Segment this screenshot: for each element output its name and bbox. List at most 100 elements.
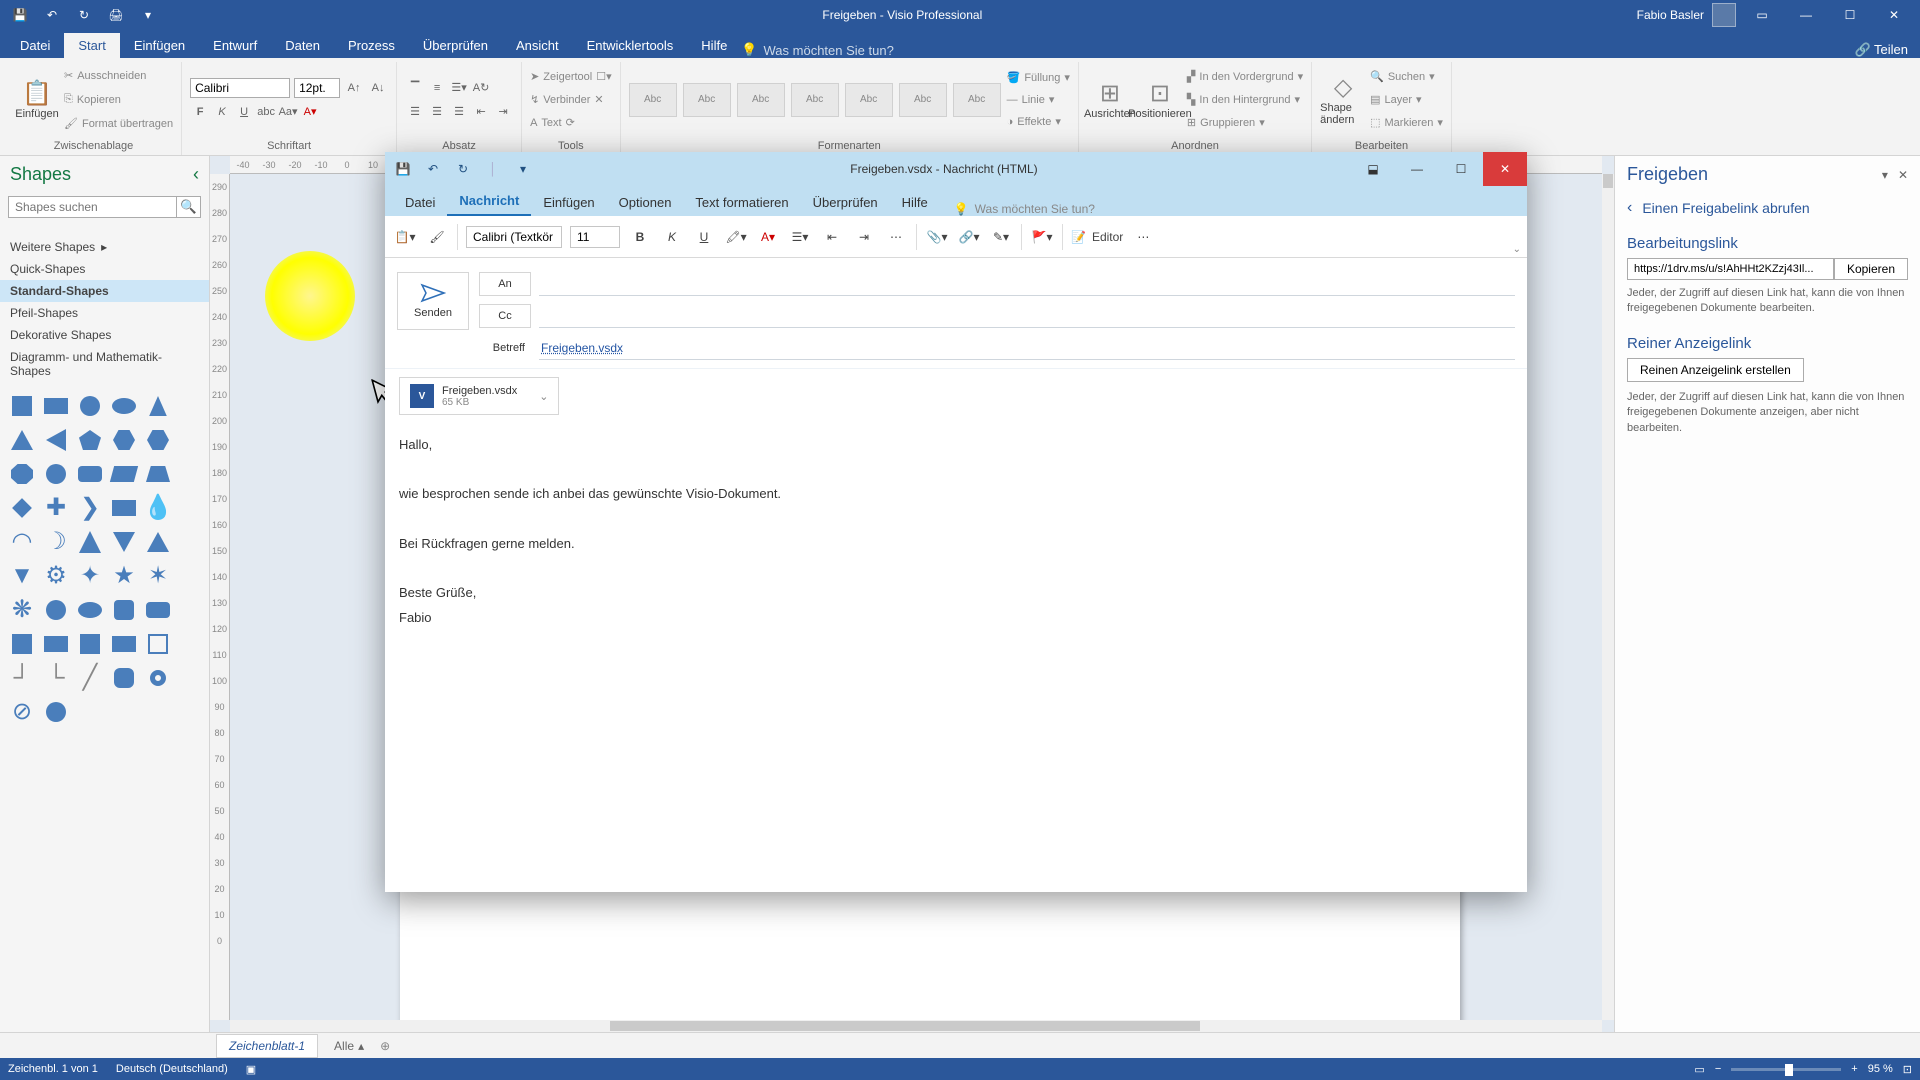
shrink-font-icon[interactable]: A↓	[368, 78, 388, 98]
ol-tab-optionen[interactable]: Optionen	[607, 189, 684, 216]
shape-can[interactable]	[76, 460, 104, 488]
zoom-slider[interactable]	[1731, 1068, 1841, 1071]
effects-button[interactable]: ◑ Effekte ▾	[1007, 112, 1070, 132]
create-view-link-button[interactable]: Reinen Anzeigelink erstellen	[1627, 358, 1804, 382]
shape-bracket[interactable]: └	[42, 664, 70, 692]
ol-font-color-icon[interactable]: A▾	[756, 225, 780, 249]
ol-format-painter-icon[interactable]: 🖌	[425, 225, 449, 249]
shape-cone[interactable]	[76, 528, 104, 556]
more-shapes-item[interactable]: Weitere Shapes ▸	[0, 236, 209, 258]
shape-small-circle[interactable]	[42, 698, 70, 726]
indent-dec-icon[interactable]: ⇤	[471, 102, 491, 122]
ol-bullets-icon[interactable]: ☰▾	[788, 225, 812, 249]
connector-tool[interactable]: ↯ Verbinder ✕	[530, 90, 612, 110]
qat-redo[interactable]: ↻	[72, 3, 96, 27]
ol-message-body[interactable]: Hallo, wie besprochen sende ich anbei da…	[385, 423, 1527, 892]
qat-more[interactable]: ▾	[136, 3, 160, 27]
shape-right-triangle[interactable]	[144, 392, 172, 420]
share-pane-close-icon[interactable]: ✕	[1898, 168, 1908, 182]
shape-triangle[interactable]	[8, 426, 36, 454]
ol-ribbon-collapse-icon[interactable]: ⌄	[1513, 244, 1521, 255]
ol-subject-input[interactable]: Freigeben.vsdx	[539, 337, 1515, 360]
shape-arc[interactable]: ◠	[8, 528, 36, 556]
align-top-icon[interactable]: ▔	[405, 78, 425, 98]
orientation-icon[interactable]: A↻	[471, 78, 491, 98]
zoom-value[interactable]: 95 %	[1868, 1063, 1893, 1075]
shape-star6[interactable]: ✶	[144, 562, 172, 590]
ol-more-commands-icon[interactable]: ⋯	[1131, 225, 1155, 249]
tab-daten[interactable]: Daten	[271, 33, 334, 58]
shapes-category-standard[interactable]: Standard-Shapes	[0, 280, 209, 302]
shape-round-corner[interactable]	[110, 664, 138, 692]
shape-hexagon[interactable]	[110, 426, 138, 454]
zoom-in-icon[interactable]: +	[1851, 1063, 1857, 1075]
line-button[interactable]: — Linie ▾	[1007, 90, 1070, 110]
style-swatch-1[interactable]: Abc	[629, 83, 677, 117]
style-swatch-4[interactable]: Abc	[791, 83, 839, 117]
tab-einfuegen[interactable]: Einfügen	[120, 33, 199, 58]
ol-qat-more-icon[interactable]: ▾	[509, 155, 537, 183]
shape-heptagon[interactable]	[144, 426, 172, 454]
ol-size-select[interactable]	[570, 226, 620, 248]
align-right-icon[interactable]: ☰	[449, 102, 469, 122]
italic-icon[interactable]: K	[212, 102, 232, 122]
shapes-collapse-icon[interactable]: ‹	[193, 164, 199, 185]
format-painter-button[interactable]: 🖌 Format übertragen	[64, 114, 173, 134]
style-swatch-6[interactable]: Abc	[899, 83, 947, 117]
shape-rounded-sq-2[interactable]	[76, 596, 104, 624]
macro-record-icon[interactable]: ▣	[246, 1063, 256, 1076]
ol-bold-icon[interactable]: B	[628, 225, 652, 249]
shape-funnel[interactable]: ▼	[8, 562, 36, 590]
shape-rounded-rect-1[interactable]	[110, 596, 138, 624]
presentation-mode-icon[interactable]: ▭	[1694, 1063, 1704, 1076]
tab-ueberpruefen[interactable]: Überprüfen	[409, 33, 502, 58]
shape-parallelogram[interactable]	[110, 460, 138, 488]
tab-start[interactable]: Start	[64, 33, 119, 58]
shape-line[interactable]: ╱	[76, 664, 104, 692]
shape-ellipse[interactable]	[110, 392, 138, 420]
shape-star7[interactable]: ❋	[8, 596, 36, 624]
ol-popup-icon[interactable]: ⬓	[1351, 152, 1395, 186]
tab-entwicklertools[interactable]: Entwicklertools	[573, 33, 688, 58]
style-swatch-3[interactable]: Abc	[737, 83, 785, 117]
shapes-category-diagram[interactable]: Diagramm- und Mathematik-Shapes	[0, 346, 209, 382]
share-pane-dropdown-icon[interactable]: ▾	[1882, 168, 1888, 182]
strike-icon[interactable]: abc	[256, 102, 276, 122]
ol-send-button[interactable]: Senden	[397, 272, 469, 330]
font-color-icon[interactable]: A▾	[300, 102, 320, 122]
shape-3d-box-1[interactable]	[76, 630, 104, 658]
ol-to-input[interactable]	[539, 273, 1515, 296]
shape-donut[interactable]	[144, 664, 172, 692]
maximize-icon[interactable]: ☐	[1832, 0, 1868, 30]
ol-flag-icon[interactable]: 🚩▾	[1030, 225, 1054, 249]
style-swatch-7[interactable]: Abc	[953, 83, 1001, 117]
tab-ansicht[interactable]: Ansicht	[502, 33, 573, 58]
shape-square[interactable]	[8, 392, 36, 420]
shape-gear[interactable]: ⚙	[42, 562, 70, 590]
copy-button[interactable]: ⎘ Kopieren	[64, 90, 173, 110]
bullets-icon[interactable]: ☰▾	[449, 78, 469, 98]
tab-entwurf[interactable]: Entwurf	[199, 33, 271, 58]
style-swatch-5[interactable]: Abc	[845, 83, 893, 117]
font-size-select[interactable]	[294, 78, 340, 98]
shape-pentagon[interactable]	[76, 426, 104, 454]
shape-chevron[interactable]: ❯	[76, 494, 104, 522]
shape-rounded-rect-2[interactable]	[144, 596, 172, 624]
shape-cross[interactable]: ✚	[42, 494, 70, 522]
shape-diamond[interactable]	[8, 494, 36, 522]
ol-editor-button[interactable]: 📝 Editor	[1071, 230, 1123, 244]
ol-close-icon[interactable]: ✕	[1483, 152, 1527, 186]
find-button[interactable]: 🔍 Suchen ▾	[1370, 67, 1443, 87]
ol-paste-icon[interactable]: 📋▾	[393, 225, 417, 249]
ol-tab-datei[interactable]: Datei	[393, 189, 447, 216]
shape-shadow-sq[interactable]	[8, 630, 36, 658]
ol-signature-icon[interactable]: ✎▾	[989, 225, 1013, 249]
shapes-search-button[interactable]: 🔍	[177, 196, 201, 218]
shape-shadow-rect[interactable]	[42, 630, 70, 658]
style-swatch-2[interactable]: Abc	[683, 83, 731, 117]
shape-3d-box-2[interactable]	[110, 630, 138, 658]
fit-page-icon[interactable]: ⊡	[1903, 1063, 1912, 1076]
ol-redo-icon[interactable]: ↻	[449, 155, 477, 183]
shape-cube[interactable]	[110, 494, 138, 522]
shape-rounded-sq-1[interactable]	[42, 596, 70, 624]
